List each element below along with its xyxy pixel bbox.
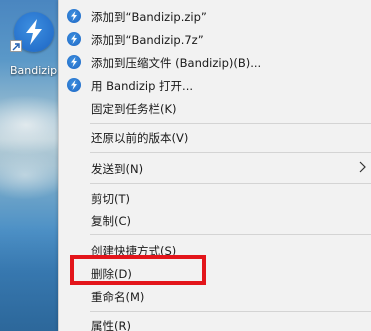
menu-item-add-to-zip[interactable]: 添加到“Bandizip.zip” xyxy=(59,5,371,27)
desktop-background: Bandizip xyxy=(0,0,60,331)
bandizip-icon xyxy=(67,32,81,46)
menu-item-cut[interactable]: 剪切(T) xyxy=(59,187,371,209)
shortcut-arrow-icon xyxy=(10,40,22,52)
bandizip-icon xyxy=(67,78,81,92)
desktop-icon-label: Bandizip xyxy=(10,64,58,77)
menu-separator xyxy=(90,311,371,312)
menu-item-label: 发送到(N) xyxy=(91,162,144,176)
menu-item-copy[interactable]: 复制(C) xyxy=(59,209,371,231)
menu-item-properties[interactable]: 属性(R) xyxy=(59,314,371,331)
menu-item-label: 添加到“Bandizip.zip” xyxy=(91,10,207,24)
menu-item-restore-previous-versions[interactable]: 还原以前的版本(V) xyxy=(59,126,371,148)
desktop-shortcut-bandizip[interactable]: Bandizip xyxy=(10,12,58,77)
menu-separator xyxy=(90,234,371,235)
bandizip-icon xyxy=(67,9,81,23)
menu-item-label: 属性(R) xyxy=(91,319,131,331)
menu-item-add-to-archive[interactable]: 添加到压缩文件 (Bandizip)(B)... xyxy=(59,51,371,73)
chevron-right-icon xyxy=(358,161,366,176)
menu-item-label: 还原以前的版本(V) xyxy=(91,131,189,145)
menu-item-label: 用 Bandizip 打开... xyxy=(91,79,194,93)
menu-item-label: 复制(C) xyxy=(91,214,132,228)
menu-item-label: 固定到任务栏(K) xyxy=(91,102,177,116)
menu-item-add-to-7z[interactable]: 添加到“Bandizip.7z” xyxy=(59,28,371,50)
bandizip-icon xyxy=(67,55,81,69)
menu-item-open-with-bandizip[interactable]: 用 Bandizip 打开... xyxy=(59,74,371,96)
menu-item-label: 添加到压缩文件 (Bandizip)(B)... xyxy=(91,56,262,70)
menu-item-send-to[interactable]: 发送到(N) xyxy=(59,157,371,179)
menu-item-label: 重命名(M) xyxy=(91,290,145,304)
highlight-annotation-box xyxy=(70,255,206,285)
menu-item-label: 添加到“Bandizip.7z” xyxy=(91,33,204,47)
menu-item-label: 剪切(T) xyxy=(91,192,130,206)
menu-separator xyxy=(90,152,371,153)
menu-separator xyxy=(90,123,371,124)
menu-item-rename[interactable]: 重命名(M) xyxy=(59,285,371,307)
menu-separator xyxy=(90,183,371,184)
menu-item-pin-to-taskbar[interactable]: 固定到任务栏(K) xyxy=(59,97,371,119)
